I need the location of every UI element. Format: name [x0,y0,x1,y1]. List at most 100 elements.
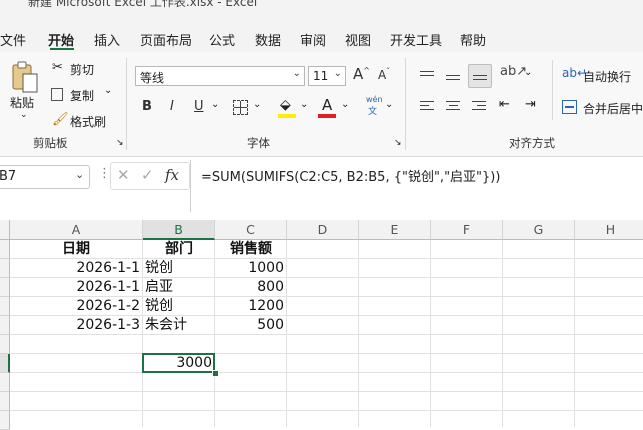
align-center-icon[interactable] [446,98,460,113]
column-header[interactable]: A [10,220,143,240]
cut-button[interactable]: 剪切 [70,61,94,78]
tab-help[interactable]: 帮助 [460,30,486,49]
paste-dropdown-icon[interactable]: ⌄ [20,110,28,120]
gridline [10,391,643,392]
clipboard-launcher-icon[interactable]: ↘ [116,138,124,148]
date-cell[interactable]: 2026-1-2 [12,297,140,316]
sales-cell[interactable]: 800 [216,278,284,297]
row-header[interactable] [0,392,10,411]
copy-icon[interactable] [51,88,63,101]
chevron-down-icon[interactable]: ⌄ [75,168,84,181]
tab-view[interactable]: 视图 [345,30,371,49]
align-middle-icon[interactable] [446,72,460,83]
x-icon[interactable]: ✕ [117,166,130,184]
dept-cell[interactable]: 锐创 [145,297,173,316]
sales-cell[interactable]: 1200 [216,297,284,316]
fill-color-icon[interactable]: ⬙ [280,97,291,113]
grow-font-button[interactable]: A^ [353,65,370,83]
font-size-value: 11 [313,69,329,83]
name-box[interactable]: B7 ⌄ [0,165,90,189]
align-left-icon[interactable] [420,98,434,113]
wrap-text-button[interactable]: 自动换行 [583,68,631,85]
tab-insert[interactable]: 插入 [94,30,120,49]
dept-cell[interactable]: 启亚 [145,278,173,297]
check-icon[interactable]: ✓ [141,166,154,184]
borders-dropdown-icon[interactable]: ⌄ [253,99,261,110]
tab-file[interactable]: 文件 [0,30,26,49]
insert-function-icon[interactable]: fx [165,166,179,184]
sales-cell[interactable]: 500 [216,316,284,335]
merge-center-icon[interactable] [562,100,577,114]
font-launcher-icon[interactable]: ↘ [394,138,402,148]
shrink-font-button[interactable]: Aˇ [378,67,390,82]
phonetic-bottom-text[interactable]: 文 [368,104,377,117]
align-top-icon[interactable] [420,68,434,79]
phonetic-top-text[interactable]: wén [366,95,383,104]
row-header[interactable] [0,259,10,278]
align-right-icon[interactable] [472,98,486,113]
orientation-dropdown-icon[interactable]: ⌄ [524,67,532,78]
dept-cell[interactable]: 朱会计 [145,316,187,335]
formula-input[interactable]: =SUM(SUMIFS(C2:C5, B2:B5, {"锐创","启亚"})) [190,160,643,212]
font-family-select[interactable]: 等线 ⌄ [135,66,305,86]
row-header[interactable] [0,240,10,259]
merge-center-button[interactable]: 合并后居中 [583,100,643,117]
italic-button[interactable]: I [170,99,174,114]
row-header[interactable] [0,354,10,373]
borders-icon[interactable] [233,100,248,115]
tab-home[interactable]: 开始 [48,30,74,49]
tab-developer[interactable]: 开发工具 [390,30,442,49]
underline-button[interactable]: U [194,99,204,114]
format-painter-button[interactable]: 格式刷 [70,113,106,130]
header-cell-date[interactable]: 日期 [46,240,106,259]
font-size-select[interactable]: 11 ⌄ [308,66,346,86]
tab-page-layout[interactable]: 页面布局 [140,30,192,49]
row-header[interactable] [0,316,10,335]
select-all-corner[interactable] [0,220,10,240]
date-cell[interactable]: 2026-1-1 [12,278,140,297]
row-header[interactable] [0,297,10,316]
dept-cell[interactable]: 锐创 [145,259,173,278]
phonetic-dropdown-icon[interactable]: ⌄ [385,99,393,110]
underline-dropdown-icon[interactable]: ⌄ [211,99,219,110]
column-header[interactable]: G [503,220,575,240]
column-header[interactable]: H [575,220,643,240]
group-divider [405,58,406,150]
date-cell[interactable]: 2026-1-3 [12,316,140,335]
row-header[interactable] [0,335,10,354]
scissors-icon[interactable]: ✂ [52,60,63,75]
clipboard-icon [12,61,38,93]
header-cell-sales[interactable]: 销售额 [217,240,285,259]
fill-color-dropdown-icon[interactable]: ⌄ [300,99,308,110]
column-header[interactable]: C [215,220,287,240]
copy-dropdown-icon[interactable]: ⌄ [104,85,112,96]
tab-review[interactable]: 审阅 [300,30,326,49]
column-header[interactable]: D [287,220,359,240]
sales-cell[interactable]: 1000 [216,259,284,278]
align-bottom-button[interactable] [468,64,492,88]
increase-indent-icon[interactable]: ⇥ [525,97,536,112]
font-color-button[interactable]: A [322,96,332,114]
row-header[interactable] [0,411,10,430]
decrease-indent-icon[interactable]: ⇤ [499,97,510,112]
paste-label[interactable]: 粘贴 [10,94,34,111]
copy-button[interactable]: 复制 [70,87,94,104]
tab-data[interactable]: 数据 [255,30,281,49]
fill-handle[interactable] [212,370,219,377]
selected-cell[interactable]: 3000 [142,353,215,373]
tab-formulas[interactable]: 公式 [209,30,235,49]
date-cell[interactable]: 2026-1-1 [12,259,140,278]
formula-text: =SUM(SUMIFS(C2:C5, B2:B5, {"锐创","启亚"})) [201,170,501,185]
row-header[interactable] [0,278,10,297]
row-header[interactable] [0,373,10,392]
column-header[interactable]: E [359,220,431,240]
header-cell-dept[interactable]: 部门 [145,240,213,259]
column-header[interactable]: F [431,220,503,240]
result-cell-value: 3000 [176,355,212,371]
bold-button[interactable]: B [142,99,152,114]
column-header[interactable]: B [143,220,215,240]
gridline [10,410,643,411]
format-painter-icon[interactable]: 🖌 [52,112,69,127]
font-color-dropdown-icon[interactable]: ⌄ [341,99,349,110]
paste-button[interactable] [10,60,40,94]
